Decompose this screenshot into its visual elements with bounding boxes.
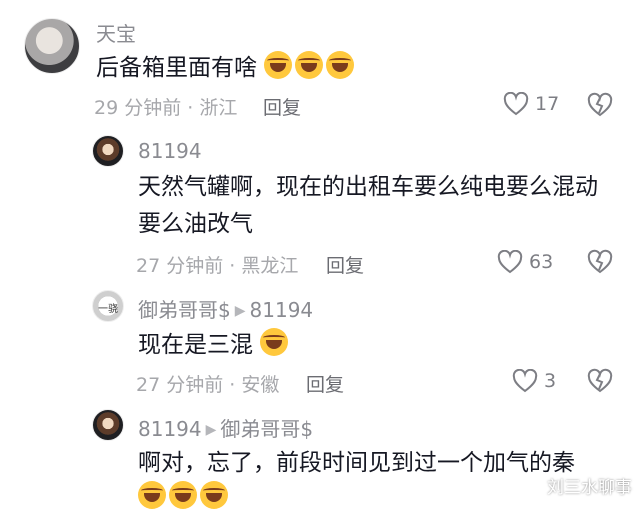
like-count: 63 (529, 251, 554, 273)
comment-text-content: 后备箱里面有啥 (96, 55, 257, 81)
avatar[interactable]: 一骁 (92, 290, 124, 322)
avatar[interactable] (92, 409, 124, 441)
reply-to-username[interactable]: 御弟哥哥$ (220, 417, 313, 441)
laugh-crying-emoji-icon (138, 481, 166, 509)
broken-heart-icon[interactable] (586, 92, 614, 118)
laugh-crying-emoji-icon (326, 51, 355, 79)
avatar-mark: 一骁 (98, 304, 118, 315)
comment-username[interactable]: 81194 (138, 417, 202, 441)
comment-emoji-row (138, 480, 231, 516)
like-count: 3 (544, 370, 557, 392)
reply-arrow-icon: ▶ (205, 422, 217, 438)
comment-time-location: 27 分钟前 · 黑龙江 (136, 255, 299, 277)
broken-heart-icon[interactable] (586, 249, 614, 275)
broken-heart-icon[interactable] (586, 368, 614, 394)
reply-button[interactable]: 回复 (326, 251, 364, 278)
reply-button[interactable]: 回复 (263, 93, 301, 120)
like-button[interactable]: 17 (503, 92, 559, 116)
laugh-crying-emoji-icon (169, 481, 197, 509)
comment-text-line1: 天然气罐啊，现在的出租车要么纯电要么混动 (138, 174, 598, 200)
reply-button[interactable]: 回复 (306, 370, 344, 397)
heart-outline-icon (497, 250, 523, 274)
comment-username[interactable]: 81194 (138, 139, 202, 163)
comment-text-content: 现在是三混 (138, 332, 253, 358)
heart-outline-icon (503, 92, 529, 116)
comment-username[interactable]: 御弟哥哥$ (138, 298, 231, 322)
avatar[interactable] (92, 135, 124, 167)
reply-to-username[interactable]: 81194 (250, 298, 314, 322)
comment-text: 后备箱里面有啥 (96, 50, 357, 86)
laugh-crying-emoji-icon (295, 51, 324, 79)
comment-time-location: 27 分钟前 · 安徽 (136, 374, 280, 396)
avatar[interactable] (24, 18, 80, 74)
like-button[interactable]: 3 (512, 369, 556, 393)
watermark: 刘三水聊事 (547, 478, 632, 498)
comment-text: 啊对，忘了，前段时间见到过一个加气的秦 (138, 450, 575, 476)
like-count: 17 (535, 93, 560, 115)
comment-username-line: 御弟哥哥$ ▶ 81194 (138, 294, 313, 323)
comment-text: 现在是三混 (138, 327, 291, 363)
heart-outline-icon (512, 369, 538, 393)
laugh-crying-emoji-icon (200, 481, 228, 509)
comment-username-line: 81194 ▶ 御弟哥哥$ (138, 413, 313, 442)
laugh-crying-emoji-icon (264, 51, 293, 79)
like-button[interactable]: 63 (497, 250, 553, 274)
comment-time-location: 29 分钟前 · 浙江 (94, 97, 238, 119)
reply-arrow-icon: ▶ (234, 303, 246, 319)
comment-username[interactable]: 天宝 (96, 18, 136, 47)
laugh-crying-emoji-icon (260, 328, 289, 356)
comment-text-line2: 要么油改气 (138, 211, 253, 237)
